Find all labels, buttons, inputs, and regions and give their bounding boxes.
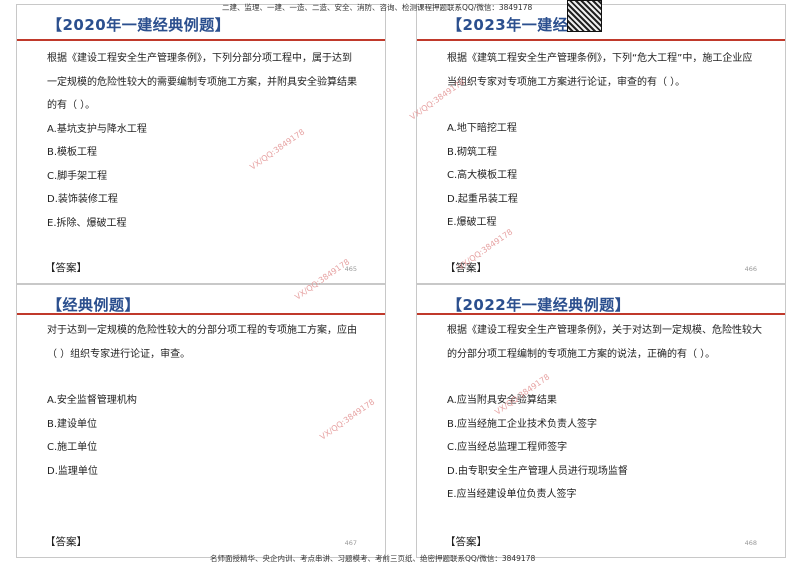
- option-b: B.模板工程: [47, 147, 98, 158]
- title-divider: [17, 313, 385, 315]
- slide-panel-2: 【2023年一建经典 根据《建筑工程安全生产管理条例》，下列“危大工程”中，施工…: [416, 4, 786, 284]
- answer-label: 【答案】: [45, 536, 87, 548]
- option-c: C.高大模板工程: [447, 170, 518, 181]
- title-divider: [417, 39, 785, 41]
- option-c: C.施工单位: [47, 442, 98, 453]
- option-e: E.应当经建设单位负责人签字: [447, 489, 577, 500]
- bottom-banner: 名师面授精华、央企内训、考点串讲、习题模考、考前三页纸、绝密押题联系QQ/微信：…: [210, 554, 536, 563]
- slide-panel-3: 【经典例题】 对于达到一定规模的危险性较大的分部分项工程的专项施工方案，应由（ …: [16, 284, 386, 558]
- slide-panel-1: 【2020年一建经典例题】 根据《建设工程安全生产管理条例》，下列分部分项工程中…: [16, 4, 386, 284]
- option-d: D.装饰装修工程: [47, 194, 118, 205]
- answer-label: 【答案】: [45, 262, 87, 274]
- option-a: A.安全监督管理机构: [47, 395, 137, 406]
- option-d: D.监理单位: [47, 465, 98, 477]
- option-d: D.由专职安全生产管理人员进行现场监督: [447, 465, 628, 477]
- option-b: B.砌筑工程: [447, 146, 498, 158]
- question-text: 根据《建设工程安全生产管理条例》，下列分部分项工程中，属于达到一定规模的危险性较…: [47, 53, 357, 111]
- slide-title: 【2023年一建经典: [447, 16, 584, 34]
- slide-title: 【2020年一建经典例题】: [47, 16, 231, 34]
- slide-panel-4: 【2022年一建经典例题】 根据《建设工程安全生产管理条例》，关于对达到一定规模…: [416, 284, 786, 558]
- answer-label: 【答案】: [445, 536, 487, 548]
- page-number: 468: [744, 539, 757, 547]
- option-c: C.应当经总监理工程师签字: [447, 442, 568, 453]
- slide-title: 【经典例题】: [47, 296, 141, 314]
- question-text: 对于达到一定规模的危险性较大的分部分项工程的专项施工方案，应由（ ）组织专家进行…: [47, 325, 357, 360]
- question-text: 根据《建筑工程安全生产管理条例》，下列“危大工程”中，施工企业应当组织专家对专项…: [447, 53, 753, 88]
- qr-code-icon: [567, 0, 602, 32]
- question-text: 根据《建设工程安全生产管理条例》，关于对达到一定规模、危险性较大的分部分项工程编…: [447, 325, 762, 360]
- option-e: E.拆除、爆破工程: [47, 217, 127, 229]
- option-e: E.爆破工程: [447, 217, 497, 228]
- slide-title: 【2022年一建经典例题】: [447, 296, 631, 314]
- option-b: B.应当经施工企业技术负责人签字: [447, 418, 598, 430]
- option-d: D.起重吊装工程: [447, 193, 518, 205]
- page-number: 467: [344, 539, 357, 547]
- option-b: B.建设单位: [47, 418, 98, 430]
- title-divider: [17, 39, 385, 41]
- top-banner: 二建、监理、一建、一造、二造、安全、消防、咨询、检测课程押题联系QQ/微信：38…: [222, 3, 533, 12]
- option-c: C.脚手架工程: [47, 170, 108, 182]
- title-divider: [417, 313, 785, 315]
- option-a: A.地下暗挖工程: [447, 123, 517, 134]
- page-number: 466: [744, 265, 757, 273]
- option-a: A.基坑支护与降水工程: [47, 123, 147, 135]
